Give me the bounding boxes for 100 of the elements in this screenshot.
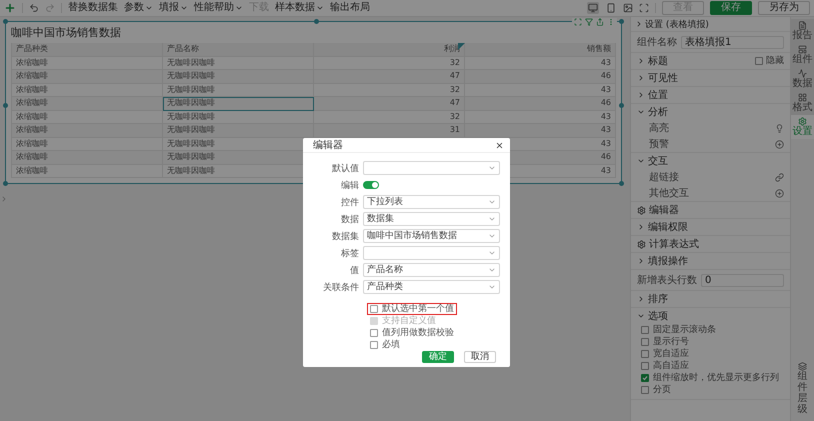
- table-cell[interactable]: 31: [314, 124, 465, 138]
- table-cell[interactable]: 46: [465, 97, 616, 110]
- table-cell[interactable]: 无咖啡因咖啡: [163, 56, 314, 70]
- select-field[interactable]: 咖啡中国市场销售数据: [363, 229, 500, 243]
- section-item[interactable]: 预警: [649, 137, 775, 151]
- resize-handle[interactable]: [619, 19, 624, 24]
- table-cell[interactable]: 43: [465, 124, 616, 138]
- table-cell[interactable]: 浓缩咖啡: [12, 124, 163, 138]
- resize-handle[interactable]: [619, 102, 624, 108]
- chevron-down-icon[interactable]: [637, 157, 645, 165]
- toggle-switch[interactable]: [363, 181, 379, 189]
- caret-icon[interactable]: [488, 198, 496, 206]
- resize-handle[interactable]: [314, 19, 318, 24]
- section-item[interactable]: 高亮: [649, 121, 775, 135]
- chevron-right-icon[interactable]: [637, 295, 645, 303]
- mobile-icon[interactable]: [605, 2, 617, 14]
- section-title[interactable]: 排序: [648, 292, 784, 306]
- caret-icon[interactable]: [488, 164, 496, 172]
- save-button[interactable]: 保存: [710, 1, 752, 15]
- table-cell[interactable]: 浓缩咖啡: [12, 84, 163, 97]
- table-cell[interactable]: 无咖啡因咖啡: [163, 124, 314, 138]
- side-tab[interactable]: 设置: [790, 115, 814, 139]
- select-field[interactable]: 下拉列表: [363, 195, 500, 209]
- checkbox[interactable]: [641, 362, 649, 370]
- checkbox[interactable]: [370, 341, 378, 349]
- checkbox[interactable]: [641, 386, 649, 394]
- desktop-icon[interactable]: [587, 2, 599, 14]
- resize-handle[interactable]: [619, 181, 624, 186]
- section-title[interactable]: 分析: [648, 105, 784, 119]
- side-tab-label[interactable]: 组件层级: [798, 371, 808, 415]
- chevron-down-icon[interactable]: [637, 108, 645, 116]
- table-cell[interactable]: 无咖啡因咖啡: [163, 70, 314, 84]
- input-field[interactable]: 0: [701, 274, 784, 286]
- checkbox[interactable]: [641, 326, 649, 334]
- caret-icon[interactable]: [488, 249, 496, 257]
- checkbox[interactable]: [641, 374, 649, 382]
- filter-icon[interactable]: [585, 18, 593, 26]
- section-title[interactable]: 标题: [648, 54, 752, 68]
- table-cell[interactable]: 浓缩咖啡: [12, 70, 163, 84]
- select-field[interactable]: 数据集: [363, 212, 500, 226]
- chevron-right-icon[interactable]: [637, 223, 645, 231]
- section-title[interactable]: 编辑器: [649, 203, 784, 217]
- table-cell[interactable]: 浓缩咖啡: [12, 151, 163, 164]
- chevron-right-icon[interactable]: [637, 91, 645, 99]
- side-tab-label[interactable]: 数据: [792, 78, 812, 89]
- table-cell[interactable]: 浓缩咖啡: [12, 138, 163, 151]
- chevron-right-icon[interactable]: [637, 57, 645, 65]
- caret-icon[interactable]: [488, 283, 496, 291]
- pulse-icon[interactable]: [798, 69, 807, 78]
- column-header[interactable]: 销售额: [465, 43, 616, 56]
- caret-icon[interactable]: [488, 232, 496, 240]
- caret-icon[interactable]: [488, 266, 496, 274]
- table-cell[interactable]: 43: [465, 56, 616, 70]
- input-field[interactable]: 表格填报1: [681, 36, 784, 48]
- table-cell[interactable]: 47: [314, 97, 465, 110]
- gear-icon[interactable]: [637, 240, 646, 248]
- toolbar-menu-item[interactable]: 参数: [124, 2, 153, 14]
- side-tab-label[interactable]: 设置: [792, 126, 812, 137]
- table-cell[interactable]: 46: [465, 70, 616, 84]
- section-title[interactable]: 可见性: [648, 71, 784, 85]
- side-tab-label[interactable]: 报告: [792, 30, 812, 41]
- layers-icon[interactable]: [798, 362, 807, 371]
- checkbox[interactable]: [370, 305, 378, 313]
- section-title[interactable]: 位置: [648, 88, 784, 102]
- export-icon[interactable]: [596, 18, 604, 26]
- toolbar-menu-item[interactable]: 性能帮助: [194, 2, 243, 14]
- side-tab[interactable]: 报告: [790, 19, 814, 43]
- layout-icon[interactable]: [798, 45, 807, 54]
- table-cell[interactable]: 无咖啡因咖啡: [163, 97, 314, 110]
- checkbox[interactable]: [755, 57, 763, 65]
- side-tab[interactable]: 格式: [790, 91, 814, 115]
- section-title[interactable]: 计算表达式: [649, 237, 784, 251]
- chevron-down-icon[interactable]: [637, 312, 645, 320]
- table-cell[interactable]: 无咖啡因咖啡: [163, 110, 314, 124]
- fullscreen-icon[interactable]: [574, 18, 582, 26]
- section-item[interactable]: 超链接: [649, 170, 775, 184]
- table-cell[interactable]: 浓缩咖啡: [12, 164, 163, 178]
- table-cell[interactable]: 43: [465, 110, 616, 124]
- select-field[interactable]: [363, 161, 500, 175]
- table-cell[interactable]: 32: [314, 84, 465, 97]
- section-title[interactable]: 编辑权限: [648, 220, 784, 234]
- section-title[interactable]: 选项: [648, 309, 784, 323]
- table-cell[interactable]: 浓缩咖啡: [12, 97, 163, 110]
- select-field[interactable]: 产品种类: [363, 280, 500, 294]
- column-header[interactable]: 产品名称: [163, 43, 314, 56]
- side-tab-label[interactable]: 格式: [792, 102, 812, 113]
- checkbox[interactable]: [370, 329, 378, 337]
- resize-handle[interactable]: [3, 19, 8, 24]
- gear-icon[interactable]: [798, 117, 807, 126]
- toolbar-menu-item[interactable]: 输出布局: [330, 2, 370, 14]
- section-item[interactable]: 其他交互: [649, 186, 775, 200]
- toolbar-menu-item[interactable]: 样本数据: [275, 2, 324, 14]
- table-cell[interactable]: 32: [314, 56, 465, 70]
- select-field[interactable]: [363, 246, 500, 260]
- side-tab[interactable]: 数据: [790, 67, 814, 91]
- caret-icon[interactable]: [488, 215, 496, 223]
- add-icon[interactable]: [4, 2, 16, 14]
- chevron-right-icon[interactable]: [637, 74, 645, 82]
- section-title[interactable]: 填报操作: [648, 254, 784, 268]
- fullscreen-icon[interactable]: [639, 3, 649, 13]
